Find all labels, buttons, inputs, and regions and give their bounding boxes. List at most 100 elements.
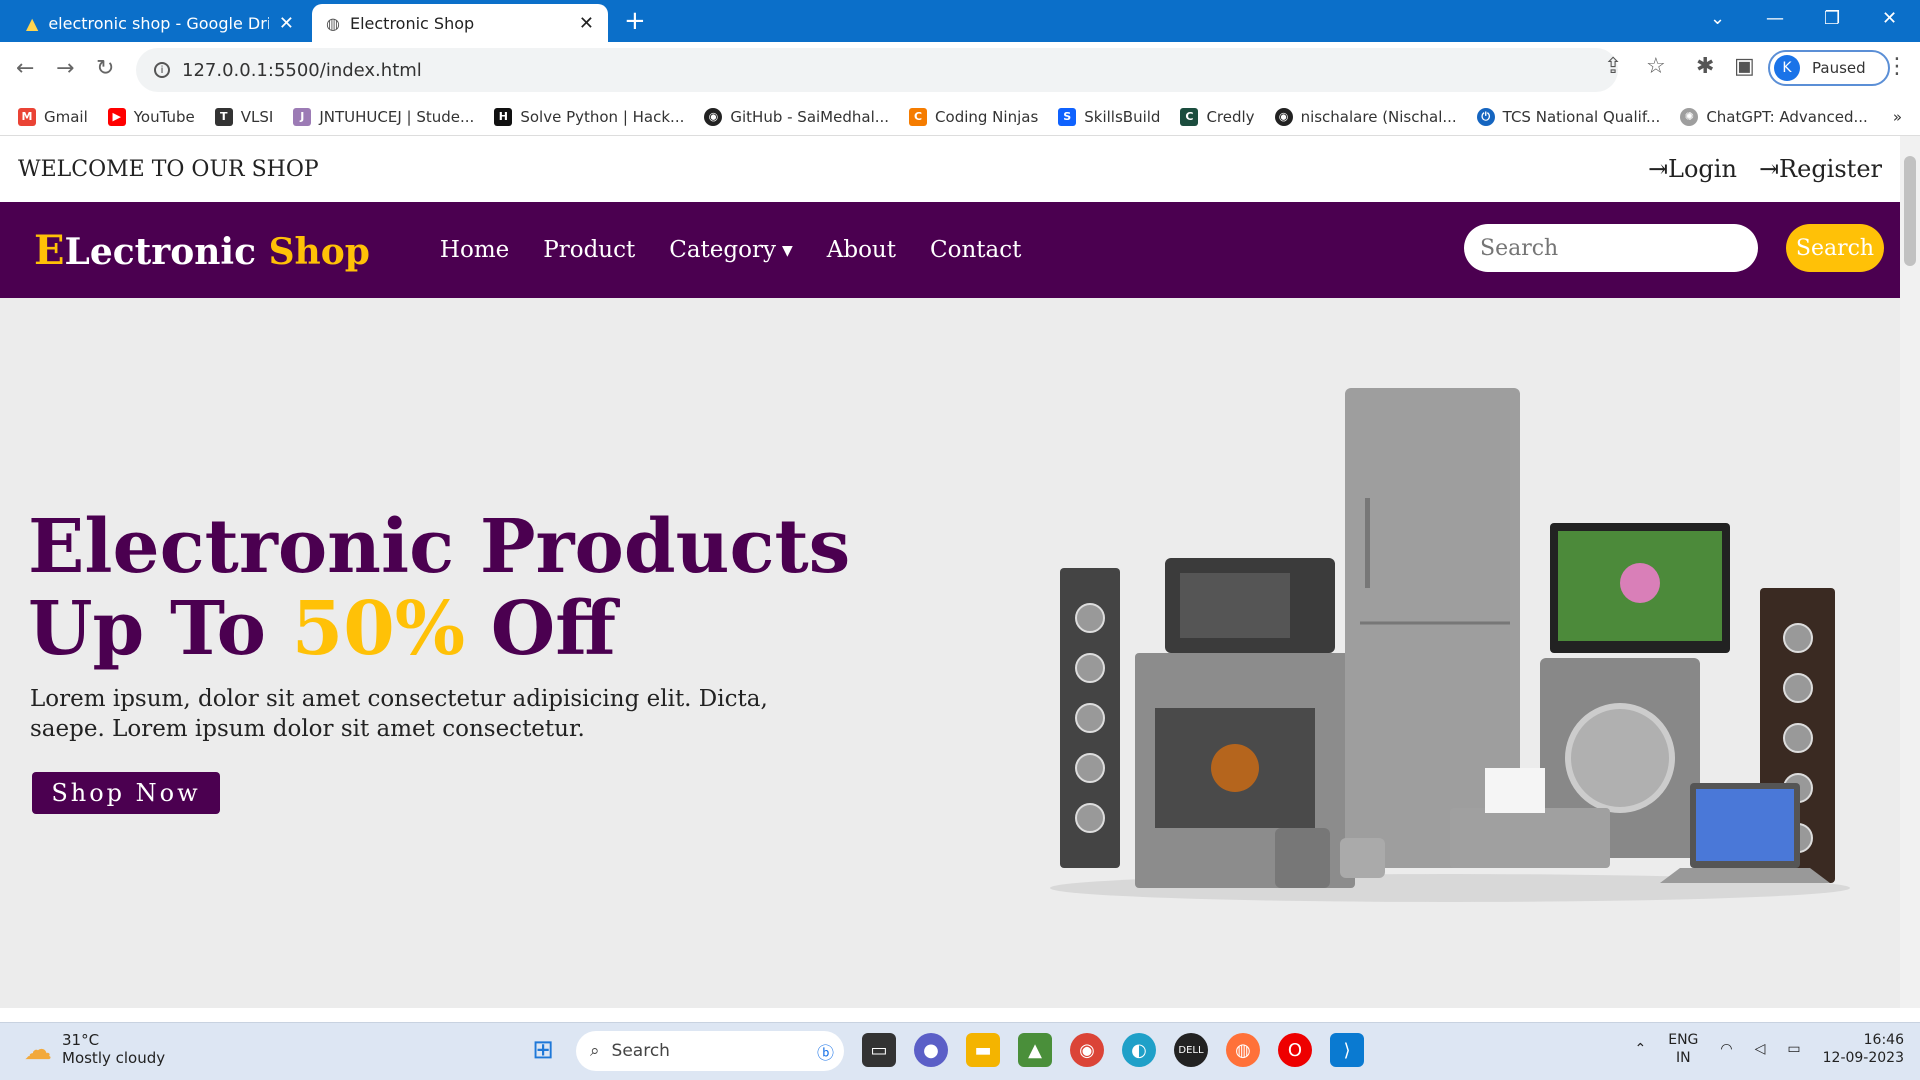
weather-widget[interactable]: ☁ 31°C Mostly cloudy xyxy=(24,1031,165,1067)
battery-icon[interactable]: ▭ xyxy=(1787,1041,1800,1057)
bookmarks-overflow-icon[interactable]: » xyxy=(1893,108,1902,126)
bookmark-jntuhucej[interactable]: J JNTUHUCEJ | Stude... xyxy=(293,107,474,126)
windows-start-icon[interactable]: ⊞ xyxy=(526,1033,560,1067)
bookmark-skillsbuild[interactable]: S SkillsBuild xyxy=(1058,107,1160,126)
bookmark-coding-ninjas[interactable]: C Coding Ninjas xyxy=(909,107,1038,126)
nav-home[interactable]: Home xyxy=(440,237,509,263)
tab-electronic-shop[interactable]: ◍ Electronic Shop ✕ xyxy=(312,4,608,42)
new-tab-button[interactable]: + xyxy=(624,8,646,34)
bookmark-tcs[interactable]: ⏻ TCS National Qualif... xyxy=(1476,107,1660,126)
photos-icon[interactable]: ▲ xyxy=(1018,1033,1052,1067)
volume-icon[interactable]: ◁ xyxy=(1755,1041,1766,1057)
wifi-icon[interactable]: ◠ xyxy=(1720,1041,1732,1057)
tab-google-drive[interactable]: ▲ electronic shop - Google Drive ✕ xyxy=(12,4,308,42)
search-icon: ⌕ xyxy=(590,1041,600,1061)
teams-chat-icon[interactable]: ● xyxy=(914,1033,948,1067)
welcome-text: WELCOME TO OUR SHOP xyxy=(18,156,319,182)
main-navbar: ELectronic Shop Home Product Category ▼ A… xyxy=(0,202,1900,298)
file-explorer-icon[interactable]: ▬ xyxy=(966,1033,1000,1067)
url-input[interactable]: i 127.0.0.1:5500/index.html xyxy=(136,48,1618,92)
scrollbar-thumb[interactable] xyxy=(1904,156,1916,266)
github-icon: ◉ xyxy=(1274,107,1293,126)
reload-icon[interactable]: ↻ xyxy=(96,56,114,81)
hero-section: Electronic Products Up To 50% Off Lorem … xyxy=(0,298,1900,1008)
bookmark-hackerrank[interactable]: H Solve Python | Hack... xyxy=(494,107,684,126)
web-page: WELCOME TO OUR SHOP ⇥Login ⇥Register ELe… xyxy=(0,136,1900,1008)
url-text: 127.0.0.1:5500/index.html xyxy=(182,59,422,81)
bookmark-star-icon[interactable]: ☆ xyxy=(1646,54,1666,79)
forward-icon[interactable]: → xyxy=(56,56,74,81)
extensions-icon[interactable]: ✱ xyxy=(1696,54,1714,79)
vlsi-icon: T xyxy=(214,107,233,126)
nav-category[interactable]: Category ▼ xyxy=(669,237,793,263)
chevron-up-icon[interactable]: ⌃ xyxy=(1634,1041,1646,1057)
clock[interactable]: 16:46 12-09-2023 xyxy=(1823,1031,1904,1067)
bookmark-nischalare[interactable]: ◉ nischalare (Nischal... xyxy=(1274,107,1457,126)
hero-headline: Electronic Products Up To 50% Off xyxy=(28,504,851,672)
bookmark-github[interactable]: ◉ GitHub - SaiMedhal... xyxy=(704,107,889,126)
bookmark-gmail[interactable]: M Gmail xyxy=(18,107,88,126)
youtube-icon: ▶ xyxy=(107,107,126,126)
login-link[interactable]: ⇥Login xyxy=(1648,155,1737,183)
close-tab-icon[interactable]: ✕ xyxy=(579,13,594,34)
nav-about[interactable]: About xyxy=(827,237,896,263)
side-panel-icon[interactable]: ▣ xyxy=(1734,54,1755,79)
bookmark-chatgpt[interactable]: ✺ ChatGPT: Advanced... xyxy=(1680,107,1868,126)
firefox-icon[interactable]: ◍ xyxy=(1226,1033,1260,1067)
language-indicator[interactable]: ENG IN xyxy=(1668,1031,1698,1067)
bing-icon: ⓑ xyxy=(817,1043,834,1064)
profile-status: Paused xyxy=(1812,59,1866,77)
power-icon: ⏻ xyxy=(1476,107,1495,126)
share-icon[interactable]: ⇪ xyxy=(1604,54,1622,79)
close-window-icon[interactable]: ✕ xyxy=(1882,8,1897,29)
hero-description: Lorem ipsum, dolor sit amet consectetur … xyxy=(30,686,768,742)
nav-contact[interactable]: Contact xyxy=(930,237,1021,263)
windows-taskbar: ☁ 31°C Mostly cloudy ⊞ ⌕ Search ⓑ ▭ ● ▬ … xyxy=(0,1022,1920,1080)
restore-icon[interactable]: ❐ xyxy=(1824,8,1840,29)
opera-icon[interactable]: O xyxy=(1278,1033,1312,1067)
dell-icon[interactable]: DELL xyxy=(1174,1033,1208,1067)
back-icon[interactable]: ← xyxy=(16,56,34,81)
coding-ninjas-icon: C xyxy=(909,107,928,126)
browser-tab-strip: ▲ electronic shop - Google Drive ✕ ◍ Ele… xyxy=(0,0,1920,42)
tab-search-chevron-icon[interactable]: ⌄ xyxy=(1710,8,1725,29)
profile-button[interactable]: K Paused xyxy=(1768,50,1890,86)
credly-icon: C xyxy=(1180,107,1199,126)
github-icon: ◉ xyxy=(704,107,723,126)
vscode-icon[interactable]: ⟩ xyxy=(1330,1033,1364,1067)
taskbar-search[interactable]: ⌕ Search ⓑ xyxy=(576,1031,844,1071)
task-view-icon[interactable]: ▭ xyxy=(862,1033,896,1067)
close-tab-icon[interactable]: ✕ xyxy=(279,13,294,34)
skillsbuild-icon: S xyxy=(1058,107,1077,126)
tab-title: Electronic Shop xyxy=(349,13,475,33)
menu-kebab-icon[interactable]: ⋮ xyxy=(1886,54,1908,79)
avatar: K xyxy=(1774,55,1800,81)
shop-now-button[interactable]: Shop Now xyxy=(32,772,220,814)
minimize-icon[interactable]: — xyxy=(1766,8,1784,29)
gmail-icon: M xyxy=(18,107,36,126)
google-drive-icon: ▲ xyxy=(26,13,39,33)
register-link[interactable]: ⇥Register xyxy=(1759,155,1882,183)
bookmark-youtube[interactable]: ▶ YouTube xyxy=(107,107,195,126)
top-strip: WELCOME TO OUR SHOP ⇥Login ⇥Register xyxy=(0,136,1900,202)
site-logo[interactable]: ELectronic Shop xyxy=(34,227,370,274)
bookmarks-bar: M Gmail ▶ YouTube T VLSI J JNTUHUCEJ | Stude… xyxy=(0,98,1920,136)
nav-menu: Home Product Category ▼ About Contact xyxy=(440,237,1021,263)
bookmark-credly[interactable]: C Credly xyxy=(1180,107,1255,126)
login-icon: ⇥ xyxy=(1647,155,1669,183)
caret-down-icon: ▼ xyxy=(781,243,793,259)
site-info-icon[interactable]: i xyxy=(154,62,170,78)
pinned-apps: ▭ ● ▬ ▲ ◉ ◐ DELL ◍ O ⟩ xyxy=(862,1033,1364,1067)
page-scrollbar[interactable] xyxy=(1900,136,1920,1008)
tab-title: electronic shop - Google Drive xyxy=(48,13,269,33)
search-button[interactable]: Search xyxy=(1786,224,1884,272)
globe-icon: ◍ xyxy=(326,13,340,33)
nav-product[interactable]: Product xyxy=(543,237,635,263)
search-input[interactable] xyxy=(1464,224,1758,272)
appliances-image xyxy=(1050,388,1850,902)
register-icon: ⇥ xyxy=(1758,155,1780,183)
system-tray: ⌃ ENG IN ◠ ◁ ▭ 16:46 12-09-2023 xyxy=(1634,1031,1904,1067)
bookmark-vlsi[interactable]: T VLSI xyxy=(214,107,273,126)
edge-icon[interactable]: ◐ xyxy=(1122,1033,1156,1067)
chrome-icon[interactable]: ◉ xyxy=(1070,1033,1104,1067)
